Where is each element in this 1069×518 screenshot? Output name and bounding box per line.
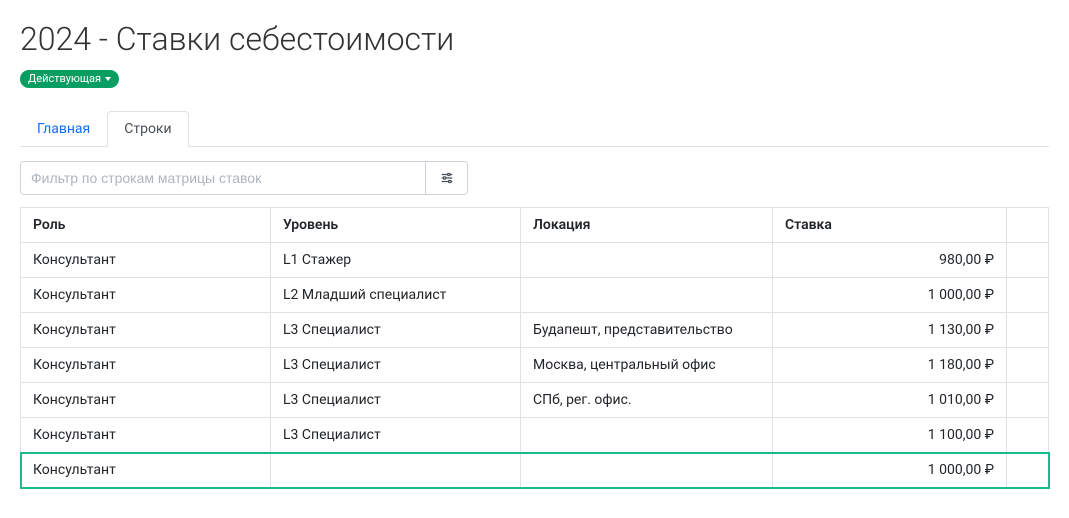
rates-table: Роль Уровень Локация Ставка КонсультантL… xyxy=(20,207,1049,488)
table-row[interactable]: КонсультантL3 СпециалистБудапешт, предст… xyxy=(21,313,1049,348)
cell-rate: 1 000,00 ₽ xyxy=(773,453,1007,488)
cell-role: Консультант xyxy=(21,243,271,278)
cell-rate: 980,00 ₽ xyxy=(773,243,1007,278)
header-actions xyxy=(1007,208,1049,243)
cell-role: Консультант xyxy=(21,383,271,418)
cell-level: L3 Специалист xyxy=(271,313,521,348)
table-header-row: Роль Уровень Локация Ставка xyxy=(21,208,1049,243)
cell-role: Консультант xyxy=(21,313,271,348)
cell-actions xyxy=(1007,278,1049,313)
cell-role: Консультант xyxy=(21,278,271,313)
status-badge[interactable]: Действующая xyxy=(20,70,119,88)
cell-level: L3 Специалист xyxy=(271,418,521,453)
tab-main[interactable]: Главная xyxy=(20,111,107,147)
cell-rate: 1 180,00 ₽ xyxy=(773,348,1007,383)
cell-location: СПб, рег. офис. xyxy=(521,383,773,418)
tabs: Главная Строки xyxy=(20,110,1049,147)
cell-rate: 1 000,00 ₽ xyxy=(773,278,1007,313)
tab-rows[interactable]: Строки xyxy=(107,111,188,147)
filter-bar xyxy=(20,161,468,195)
cell-level: L3 Специалист xyxy=(271,383,521,418)
cell-location: Москва, центральный офис xyxy=(521,348,773,383)
header-rate[interactable]: Ставка xyxy=(773,208,1007,243)
filter-input[interactable] xyxy=(21,162,425,194)
page-title: 2024 - Ставки себестоимости xyxy=(20,20,1049,58)
table-row[interactable]: КонсультантL2 Младший специалист 1 000,00… xyxy=(21,278,1049,313)
table-row[interactable]: Консультант 1 000,00 ₽ xyxy=(21,453,1049,488)
cell-level: L1 Стажер xyxy=(271,243,521,278)
cell-level xyxy=(271,453,521,488)
sliders-icon xyxy=(440,171,454,185)
cell-level: L3 Специалист xyxy=(271,348,521,383)
table-row[interactable]: КонсультантL3 СпециалистМосква, централь… xyxy=(21,348,1049,383)
cell-actions xyxy=(1007,453,1049,488)
cell-level: L2 Младший специалист xyxy=(271,278,521,313)
cell-actions xyxy=(1007,383,1049,418)
cell-actions xyxy=(1007,348,1049,383)
cell-location xyxy=(521,243,773,278)
cell-location xyxy=(521,418,773,453)
cell-role: Консультант xyxy=(21,348,271,383)
cell-rate: 1 010,00 ₽ xyxy=(773,383,1007,418)
header-role[interactable]: Роль xyxy=(21,208,271,243)
cell-rate: 1 100,00 ₽ xyxy=(773,418,1007,453)
table-row[interactable]: КонсультантL3 СпециалистСПб, рег. офис.1… xyxy=(21,383,1049,418)
table-row[interactable]: КонсультантL3 Специалист 1 100,00 ₽ xyxy=(21,418,1049,453)
cell-role: Консультант xyxy=(21,418,271,453)
header-location[interactable]: Локация xyxy=(521,208,773,243)
cell-actions xyxy=(1007,418,1049,453)
filter-settings-button[interactable] xyxy=(425,162,467,194)
header-level[interactable]: Уровень xyxy=(271,208,521,243)
chevron-down-icon xyxy=(105,77,111,81)
cell-actions xyxy=(1007,313,1049,348)
table-row[interactable]: КонсультантL1 Стажер 980,00 ₽ xyxy=(21,243,1049,278)
cell-location: Будапешт, представительство xyxy=(521,313,773,348)
cell-location xyxy=(521,453,773,488)
status-label: Действующая xyxy=(28,72,101,86)
cell-rate: 1 130,00 ₽ xyxy=(773,313,1007,348)
cell-location xyxy=(521,278,773,313)
cell-role: Консультант xyxy=(21,453,271,488)
cell-actions xyxy=(1007,243,1049,278)
